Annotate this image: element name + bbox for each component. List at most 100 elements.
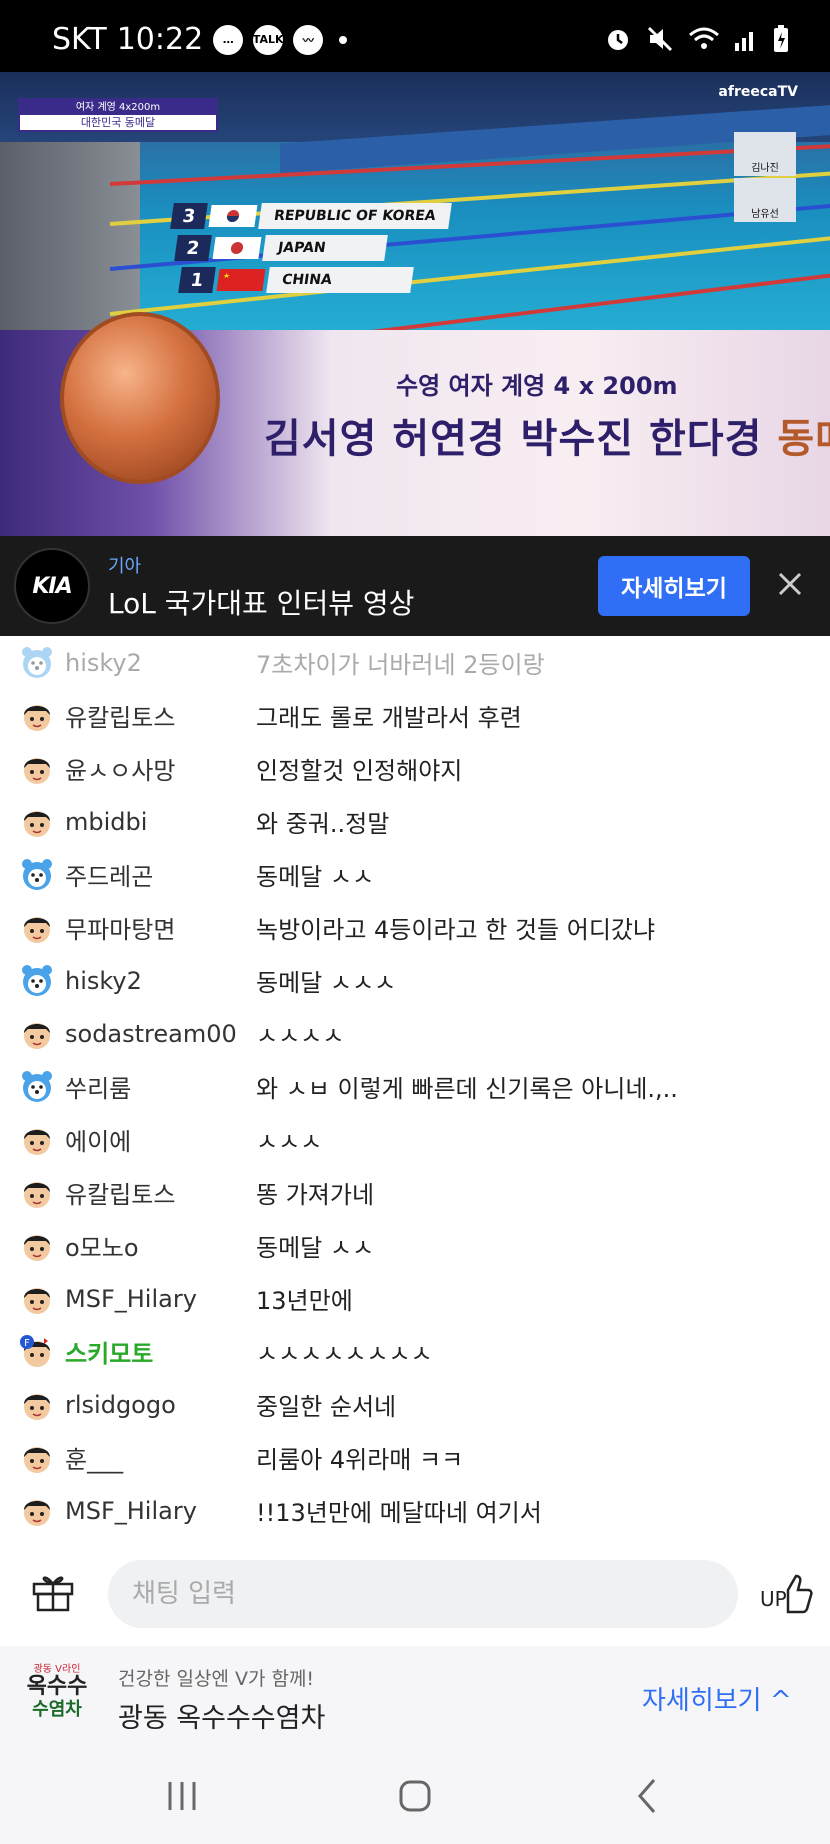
user-avatar-icon[interactable] — [20, 1441, 54, 1475]
fan-badge-avatar-icon[interactable]: F — [20, 1334, 54, 1369]
user-avatar-icon[interactable] — [20, 911, 54, 945]
bear-avatar-icon[interactable] — [20, 1070, 54, 1104]
status-right — [604, 24, 790, 54]
ranking-row: 1 CHINA — [178, 267, 414, 293]
chat-nickname[interactable]: MSF_Hilary — [65, 1497, 197, 1525]
bottom-ad-more-button[interactable]: 자세히보기 ^ — [642, 1680, 792, 1717]
chat-text: 녹방이라고 4등이라고 한 것들 어디갔냐 — [256, 916, 656, 944]
chat-message[interactable]: 주드레곤 동메달 ㅅㅅ — [0, 848, 830, 901]
user-avatar-icon[interactable] — [20, 1176, 54, 1210]
carrier: SKT — [52, 22, 107, 57]
back-icon[interactable] — [626, 1774, 670, 1818]
recent-apps-icon[interactable] — [160, 1774, 204, 1818]
svg-text:UP: UP — [760, 1587, 787, 1611]
chat-list[interactable]: hisky2 7초차이가 너바러네 2등이랑유칼립토스 그래도 롤로 개발라서 후련… — [0, 636, 830, 1534]
chat-message[interactable]: 윤ㅅㅇ사망 인정할것 인정해야지 — [0, 742, 830, 795]
bear-avatar-icon[interactable] — [20, 858, 54, 892]
user-avatar-icon[interactable] — [20, 1388, 54, 1422]
user-avatar-icon[interactable] — [20, 1282, 54, 1316]
korea-flag-icon — [208, 205, 258, 227]
chat-message[interactable]: 유칼립토스 똥 가져가네 — [0, 1166, 830, 1219]
chat-message[interactable]: hisky2 동메달 ㅅㅅㅅ — [0, 954, 830, 1007]
user-avatar-icon[interactable] — [20, 1123, 54, 1157]
home-icon[interactable] — [393, 1774, 437, 1818]
chat-text: !!13년만에 메달따네 여기서 — [256, 1499, 542, 1527]
chat-nickname[interactable]: sodastream00 — [65, 1020, 237, 1048]
chat-message[interactable]: sodastream00 ㅅㅅㅅㅅ — [0, 1007, 830, 1060]
user-avatar-icon[interactable] — [20, 1017, 54, 1051]
chat-message[interactable]: MSF_Hilary !!13년만에 메달따네 여기서 — [0, 1484, 830, 1534]
banner-medal-label: 동메달 — [777, 416, 830, 462]
close-icon[interactable] — [772, 566, 808, 602]
banner-event-title: 수영 여자 계영 4 x 200m — [396, 372, 678, 400]
chat-nickname[interactable]: 훈___ — [65, 1440, 123, 1475]
chat-text: ㅅㅅㅅ — [256, 1128, 323, 1156]
sponsor-ad-bar[interactable]: KIA 기아 LoL 국가대표 인터뷰 영상 자세히보기 — [0, 536, 830, 636]
notification-dot-icon — [339, 35, 348, 44]
chat-text: 동메달 ㅅㅅ — [256, 863, 375, 891]
mustache-app-icon: 〰 — [293, 24, 324, 55]
chat-message[interactable]: 에이에 ㅅㅅㅅ — [0, 1113, 830, 1166]
user-avatar-icon[interactable] — [20, 699, 54, 733]
bottom-ad-banner[interactable]: 광동 V라인 옥수수 수염차 건강한 일상엔 V가 함께! 광동 옥수수수염차 … — [0, 1646, 830, 1746]
battery-icon — [774, 25, 788, 52]
bottom-ad-title: 광동 옥수수수염차 — [118, 1703, 326, 1734]
chat-message[interactable]: rlsidgogo 중일한 순서네 — [0, 1378, 830, 1431]
user-avatar-icon[interactable] — [20, 1229, 54, 1263]
afreeca-logo: afreecaTV — [718, 84, 798, 100]
chat-text: 리룸아 4위라매 ㅋㅋ — [256, 1446, 464, 1474]
chat-nickname[interactable]: 유칼립토스 — [65, 1175, 175, 1210]
bronze-medal-banner: 수영 여자 계영 4 x 200m 김서영 허연경 박수진 한다경 동메달 — [0, 312, 830, 536]
chat-nickname[interactable]: rlsidgogo — [65, 1391, 176, 1419]
ad-more-button[interactable]: 자세히보기 — [598, 556, 750, 616]
signal-icon — [735, 32, 753, 51]
chat-nickname[interactable]: 에이에 — [65, 1122, 131, 1157]
chat-nickname[interactable]: 스키모토 — [65, 1334, 153, 1369]
user-avatar-icon[interactable] — [20, 752, 54, 786]
bear-avatar-icon[interactable] — [20, 646, 54, 680]
commentator-cam: 남유선 — [734, 178, 796, 222]
chat-message[interactable]: F 스키모토 ㅅㅅㅅㅅㅅㅅㅅㅅ — [0, 1325, 830, 1378]
user-avatar-icon[interactable] — [20, 805, 54, 839]
chat-message[interactable]: hisky2 7초차이가 너바러네 2등이랑 — [0, 636, 830, 689]
user-avatar-icon[interactable] — [20, 1494, 54, 1528]
status-bar: SKT 10:22 … TALK 〰 — [0, 0, 830, 72]
japan-flag-icon — [212, 237, 262, 259]
ad-title: LoL 국가대표 인터뷰 영상 — [108, 587, 415, 620]
chat-nickname[interactable]: 쑤리룸 — [65, 1069, 131, 1104]
video-player[interactable]: 여자 계영 4x200m 대한민국 동메달 afreecaTV 김나진 남유선 … — [0, 72, 830, 536]
gift-icon[interactable] — [30, 1568, 76, 1614]
chat-message[interactable]: 훈___ 리룸아 4위라매 ㅋㅋ — [0, 1431, 830, 1484]
chat-nickname[interactable]: mbidbi — [65, 808, 147, 836]
chat-nickname[interactable]: 무파마탕면 — [65, 910, 175, 945]
chat-message[interactable]: 무파마탕면 녹방이라고 4등이라고 한 것들 어디갔냐 — [0, 901, 830, 954]
wifi-icon — [689, 27, 719, 49]
chat-input[interactable] — [108, 1560, 738, 1628]
bear-avatar-icon[interactable] — [20, 964, 54, 998]
chat-text: 7초차이가 너바러네 2등이랑 — [256, 651, 545, 679]
chat-text: 13년만에 — [256, 1287, 353, 1315]
chat-text: ㅅㅅㅅㅅㅅㅅㅅㅅ — [256, 1340, 433, 1368]
commentator-cams: 김나진 남유선 — [734, 132, 796, 224]
chat-message[interactable]: 유칼립토스 그래도 롤로 개발라서 후련 — [0, 689, 830, 742]
thumbs-up-icon[interactable]: UP — [758, 1564, 814, 1620]
chat-nickname[interactable]: 주드레곤 — [65, 857, 153, 892]
kia-logo-icon: KIA — [14, 548, 90, 624]
chat-message[interactable]: 쑤리룸 와 ㅅㅂ 이렇게 빠른데 신기록은 아니네.,.. — [0, 1060, 830, 1113]
status-left: SKT 10:22 … TALK 〰 — [52, 22, 348, 57]
chat-message[interactable]: MSF_Hilary 13년만에 — [0, 1272, 830, 1325]
chat-nickname[interactable]: MSF_Hilary — [65, 1285, 197, 1313]
bottom-ad-subtitle: 건강한 일상엔 V가 함께! — [118, 1668, 315, 1690]
chat-nickname[interactable]: 윤ㅅㅇ사망 — [65, 751, 175, 786]
chat-text: ㅅㅅㅅㅅ — [256, 1022, 345, 1050]
chat-message[interactable]: mbidbi 와 중궈..정말 — [0, 795, 830, 848]
alarm-icon — [608, 30, 628, 50]
chat-text: 그래도 롤로 개발라서 후련 — [256, 704, 522, 732]
chat-text: 와 ㅅㅂ 이렇게 빠른데 신기록은 아니네.,.. — [256, 1075, 678, 1103]
chat-nickname[interactable]: hisky2 — [65, 967, 142, 995]
chat-text: 동메달 ㅅㅅㅅ — [256, 969, 397, 997]
chat-nickname[interactable]: hisky2 — [65, 649, 142, 677]
chat-nickname[interactable]: 유칼립토스 — [65, 698, 175, 733]
chat-message[interactable]: o모노o 동메달 ㅅㅅ — [0, 1219, 830, 1272]
chat-nickname[interactable]: o모노o — [65, 1228, 139, 1263]
